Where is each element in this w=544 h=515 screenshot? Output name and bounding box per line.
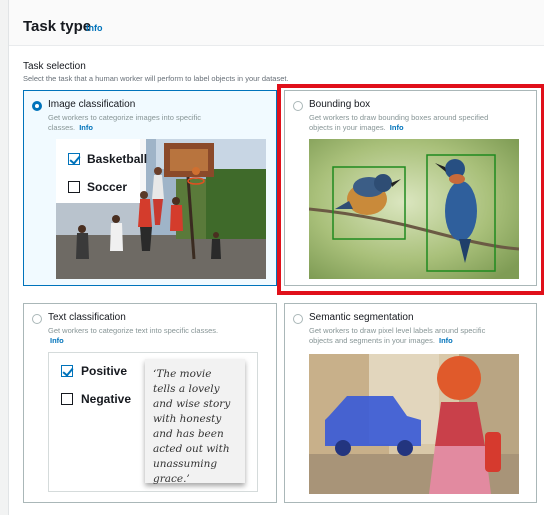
card-text-classification[interactable]: Text classification Get workers to categ…	[23, 303, 277, 503]
option-soccer-label: Soccer	[87, 180, 128, 194]
bounding-box-info-link[interactable]: Info	[390, 123, 404, 132]
checkbox-positive[interactable]	[61, 365, 73, 377]
option-negative-label: Negative	[81, 392, 132, 406]
card-title: Text classification	[48, 312, 126, 323]
card-image-classification[interactable]: Image classification Get workers to cate…	[23, 90, 277, 286]
card-bounding-box[interactable]: Bounding box Get workers to draw boundin…	[284, 90, 537, 286]
option-basketball-label: Basketball	[87, 152, 148, 166]
card-title: Bounding box	[309, 99, 371, 110]
street-scene	[309, 354, 519, 494]
option-positive-label: Positive	[81, 364, 128, 378]
card-description: Get workers to categorize text into spec…	[48, 326, 219, 345]
checkbox-basketball[interactable]	[68, 153, 80, 165]
task-selection-description: Select the task that a human worker will…	[23, 74, 289, 83]
task-type-panel: Task type Info Task selection Select the…	[8, 0, 544, 515]
checkbox-soccer[interactable]	[68, 181, 80, 193]
semantic-segmentation-info-link[interactable]: Info	[439, 336, 453, 345]
birds-demo-image	[309, 139, 519, 279]
card-description: Get workers to draw bounding boxes aroun…	[309, 113, 489, 132]
text-classification-demo: Positive Negative ‘The movie tells a lov…	[48, 352, 258, 492]
review-quote: ‘The movie tells a lovely and wise story…	[145, 359, 245, 485]
segment-person-hair	[437, 356, 481, 400]
panel-header: Task type Info	[9, 0, 544, 46]
birds-scene	[309, 139, 519, 279]
street-demo-image	[309, 354, 519, 494]
task-selection-label: Task selection	[23, 61, 86, 72]
image-classification-info-link[interactable]: Info	[79, 123, 93, 132]
checkbox-negative[interactable]	[61, 393, 73, 405]
card-title: Semantic segmentation	[309, 312, 414, 323]
page-title: Task type	[23, 18, 92, 35]
radio-bounding-box[interactable]	[293, 101, 303, 111]
text-classification-info-link[interactable]: Info	[50, 336, 64, 345]
card-semantic-segmentation[interactable]: Semantic segmentation Get workers to dra…	[284, 303, 537, 503]
radio-text-classification[interactable]	[32, 314, 42, 324]
card-description: Get workers to draw pixel level labels a…	[309, 326, 486, 345]
card-title: Image classification	[48, 99, 136, 110]
task-type-info-link[interactable]: Info	[86, 23, 103, 33]
radio-image-classification[interactable]	[32, 101, 42, 111]
card-description: Get workers to categorize images into sp…	[48, 113, 201, 132]
radio-semantic-segmentation[interactable]	[293, 314, 303, 324]
